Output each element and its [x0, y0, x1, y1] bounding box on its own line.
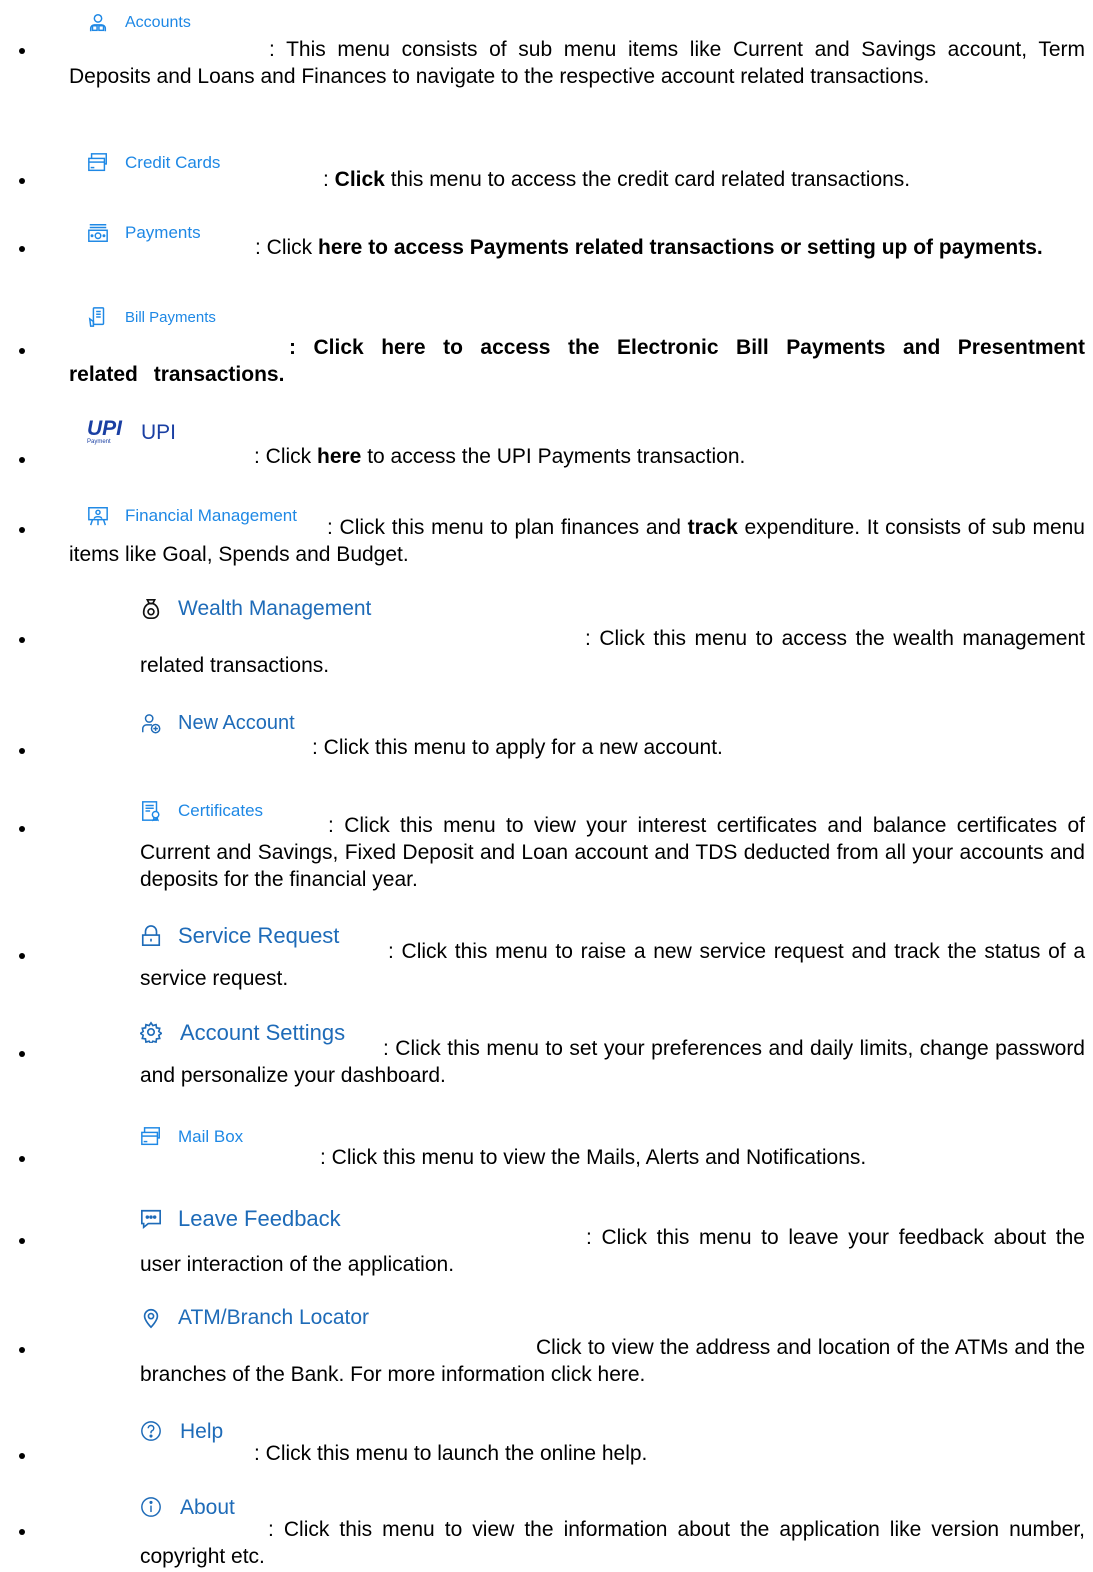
bullet — [19, 1529, 25, 1535]
mailbox-icon — [140, 1126, 162, 1148]
credit-card-icon — [87, 152, 109, 174]
menu-label: Mail Box — [178, 1127, 244, 1146]
menu-mail-box[interactable]: Mail Box — [140, 1126, 243, 1148]
menu-label: New Account — [178, 712, 295, 734]
add-user-icon — [140, 713, 162, 735]
bullet — [19, 826, 25, 832]
users-icon — [87, 12, 109, 34]
menu-description: : Click here to access the UPI Payments … — [254, 445, 746, 468]
menu-description: : Click this menu to apply for a new acc… — [312, 736, 723, 759]
menu-credit-cards[interactable]: Credit Cards — [87, 152, 220, 174]
menu-label: Bill Payments — [125, 308, 216, 326]
menu-label: Credit Cards — [125, 153, 221, 172]
bullet — [19, 748, 25, 754]
menu-description: : This menu consists of sub menu items l… — [69, 38, 1085, 88]
menu-new-account[interactable]: New Account — [140, 712, 295, 735]
menu-description: : Click this menu to set your preference… — [140, 1037, 1085, 1087]
menu-description: : Click this menu to raise a new service… — [140, 940, 1085, 990]
menu-label: ATM/Branch Locator — [178, 1306, 370, 1329]
bullet — [19, 178, 25, 184]
bullet — [19, 527, 25, 533]
menu-description: : Click here to access the Electronic Bi… — [69, 336, 1085, 386]
menu-description: : Click this menu to view the Mails, Ale… — [320, 1146, 867, 1169]
bullet — [19, 1238, 25, 1244]
menu-description: : Click this menu to launch the online h… — [254, 1442, 648, 1465]
menu-atm-branch-locator[interactable]: ATM/Branch Locator — [140, 1306, 369, 1330]
menu-description: : Click this menu to view your interest … — [140, 814, 1085, 891]
bullet — [19, 1156, 25, 1162]
bullet — [19, 246, 25, 252]
menu-help[interactable]: Help — [140, 1420, 223, 1444]
bullet — [19, 953, 25, 959]
menu-description: : Click this menu to leave your feedback… — [140, 1226, 1085, 1276]
menu-label: Accounts — [125, 14, 191, 31]
menu-wealth-management[interactable]: Wealth Management — [140, 597, 371, 621]
location-pin-icon — [140, 1307, 162, 1329]
bullet — [19, 1453, 25, 1459]
money-bag-icon — [140, 598, 162, 620]
bullet — [19, 48, 25, 54]
bullet — [19, 348, 25, 354]
bullet — [19, 637, 25, 643]
menu-label: UPI — [141, 420, 177, 444]
upi-logo-icon: UPI Payment — [87, 417, 123, 445]
menu-bill-payments[interactable]: Bill Payments — [87, 306, 216, 328]
menu-accounts[interactable]: Accounts — [87, 12, 191, 34]
bullet — [19, 457, 25, 463]
menu-upi[interactable]: UPI Payment UPI — [87, 417, 177, 446]
bullet — [19, 1051, 25, 1057]
menu-description: Click to view the address and location o… — [140, 1336, 1085, 1386]
menu-description: : Click this menu to access the wealth m… — [140, 627, 1085, 677]
help-icon — [140, 1420, 164, 1444]
menu-description: : Click this menu to view the informatio… — [140, 1518, 1085, 1568]
menu-description: : Click this menu to plan finances and t… — [69, 516, 1085, 566]
menu-label: Wealth Management — [178, 597, 372, 620]
menu-label: Help — [180, 1420, 224, 1443]
menu-description: : Click here to access Payments related … — [255, 236, 1043, 259]
bill-phone-icon — [87, 306, 109, 328]
menu-description: : Click this menu to access the credit c… — [323, 168, 911, 191]
bullet — [19, 1347, 25, 1353]
